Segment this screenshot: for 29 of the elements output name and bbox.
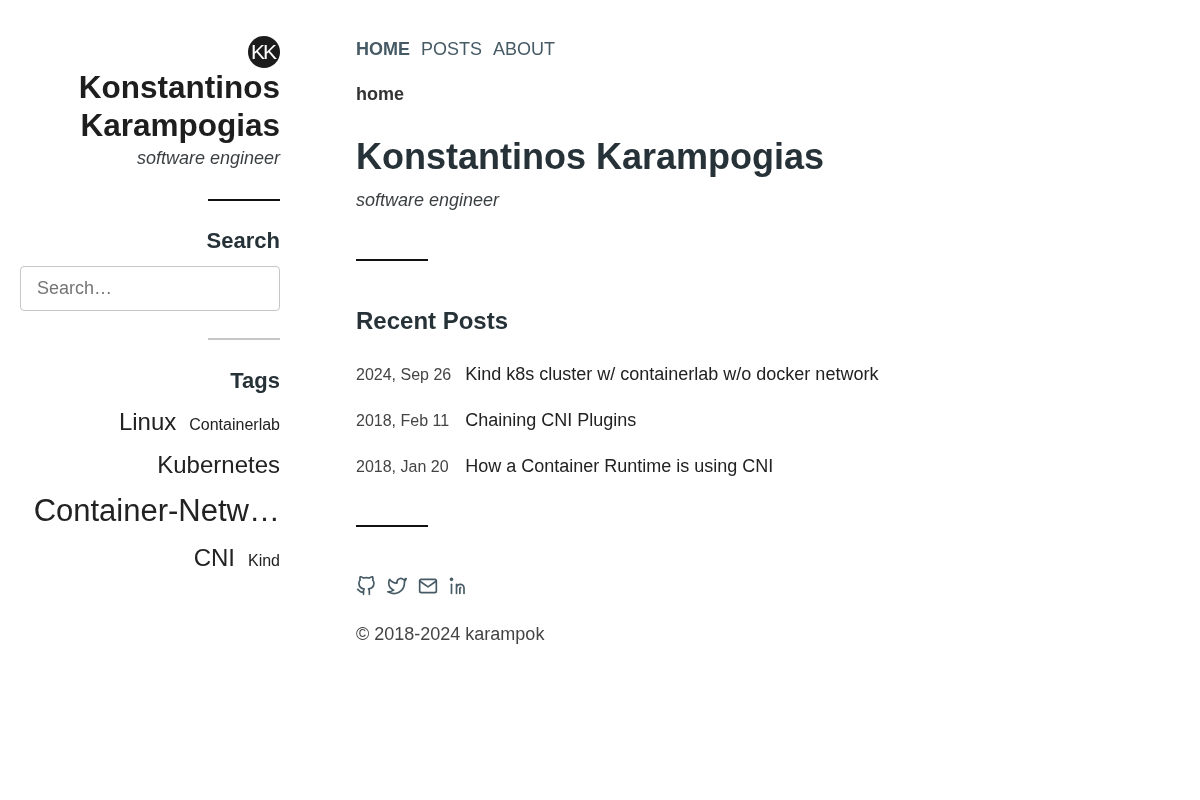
post-date: 2024, Sep 26 [356,365,452,385]
page-subtitle: software engineer [356,189,501,212]
tag-link[interactable]: Linux [118,408,177,436]
tag-link[interactable]: Container-Netw… [33,493,280,529]
twitter-icon[interactable] [387,576,407,596]
post-link[interactable]: Chaining CNI Plugins [465,408,879,432]
github-icon[interactable] [356,576,376,596]
nav-link[interactable]: ABOUT [493,37,556,61]
mail-icon[interactable] [418,576,438,596]
nav-link[interactable]: POSTS [421,37,482,61]
tag-link[interactable]: Containerlab [189,416,280,435]
copyright-text: © 2018-2024 karampok [356,623,546,646]
search-heading: Search [206,227,280,255]
post-date: 2018, Jan 20 [356,457,450,477]
tag-link[interactable]: Kind [247,551,280,571]
avatar[interactable]: KK [248,36,280,68]
nav-link[interactable]: HOME [356,37,410,61]
tags-heading: Tags [230,367,280,395]
page-label: home [356,83,405,106]
tag-link[interactable]: CNI [193,543,235,572]
section-heading: Recent Posts [356,306,510,336]
post-date: 2018, Feb 11 [356,411,451,431]
post-link[interactable]: Kind k8s cluster w/ containerlab w/o docker network [465,362,879,386]
post-link[interactable]: How a Container Runtime is using CNI [465,454,879,478]
search-field[interactable]: Search… [20,266,280,311]
tag-link[interactable]: Kubernetes [157,450,280,479]
site-name: Konstantinos Karampogias [77,68,280,144]
site-tagline: software engineer [136,147,280,170]
page-title: Konstantinos Karampogias [356,135,826,179]
